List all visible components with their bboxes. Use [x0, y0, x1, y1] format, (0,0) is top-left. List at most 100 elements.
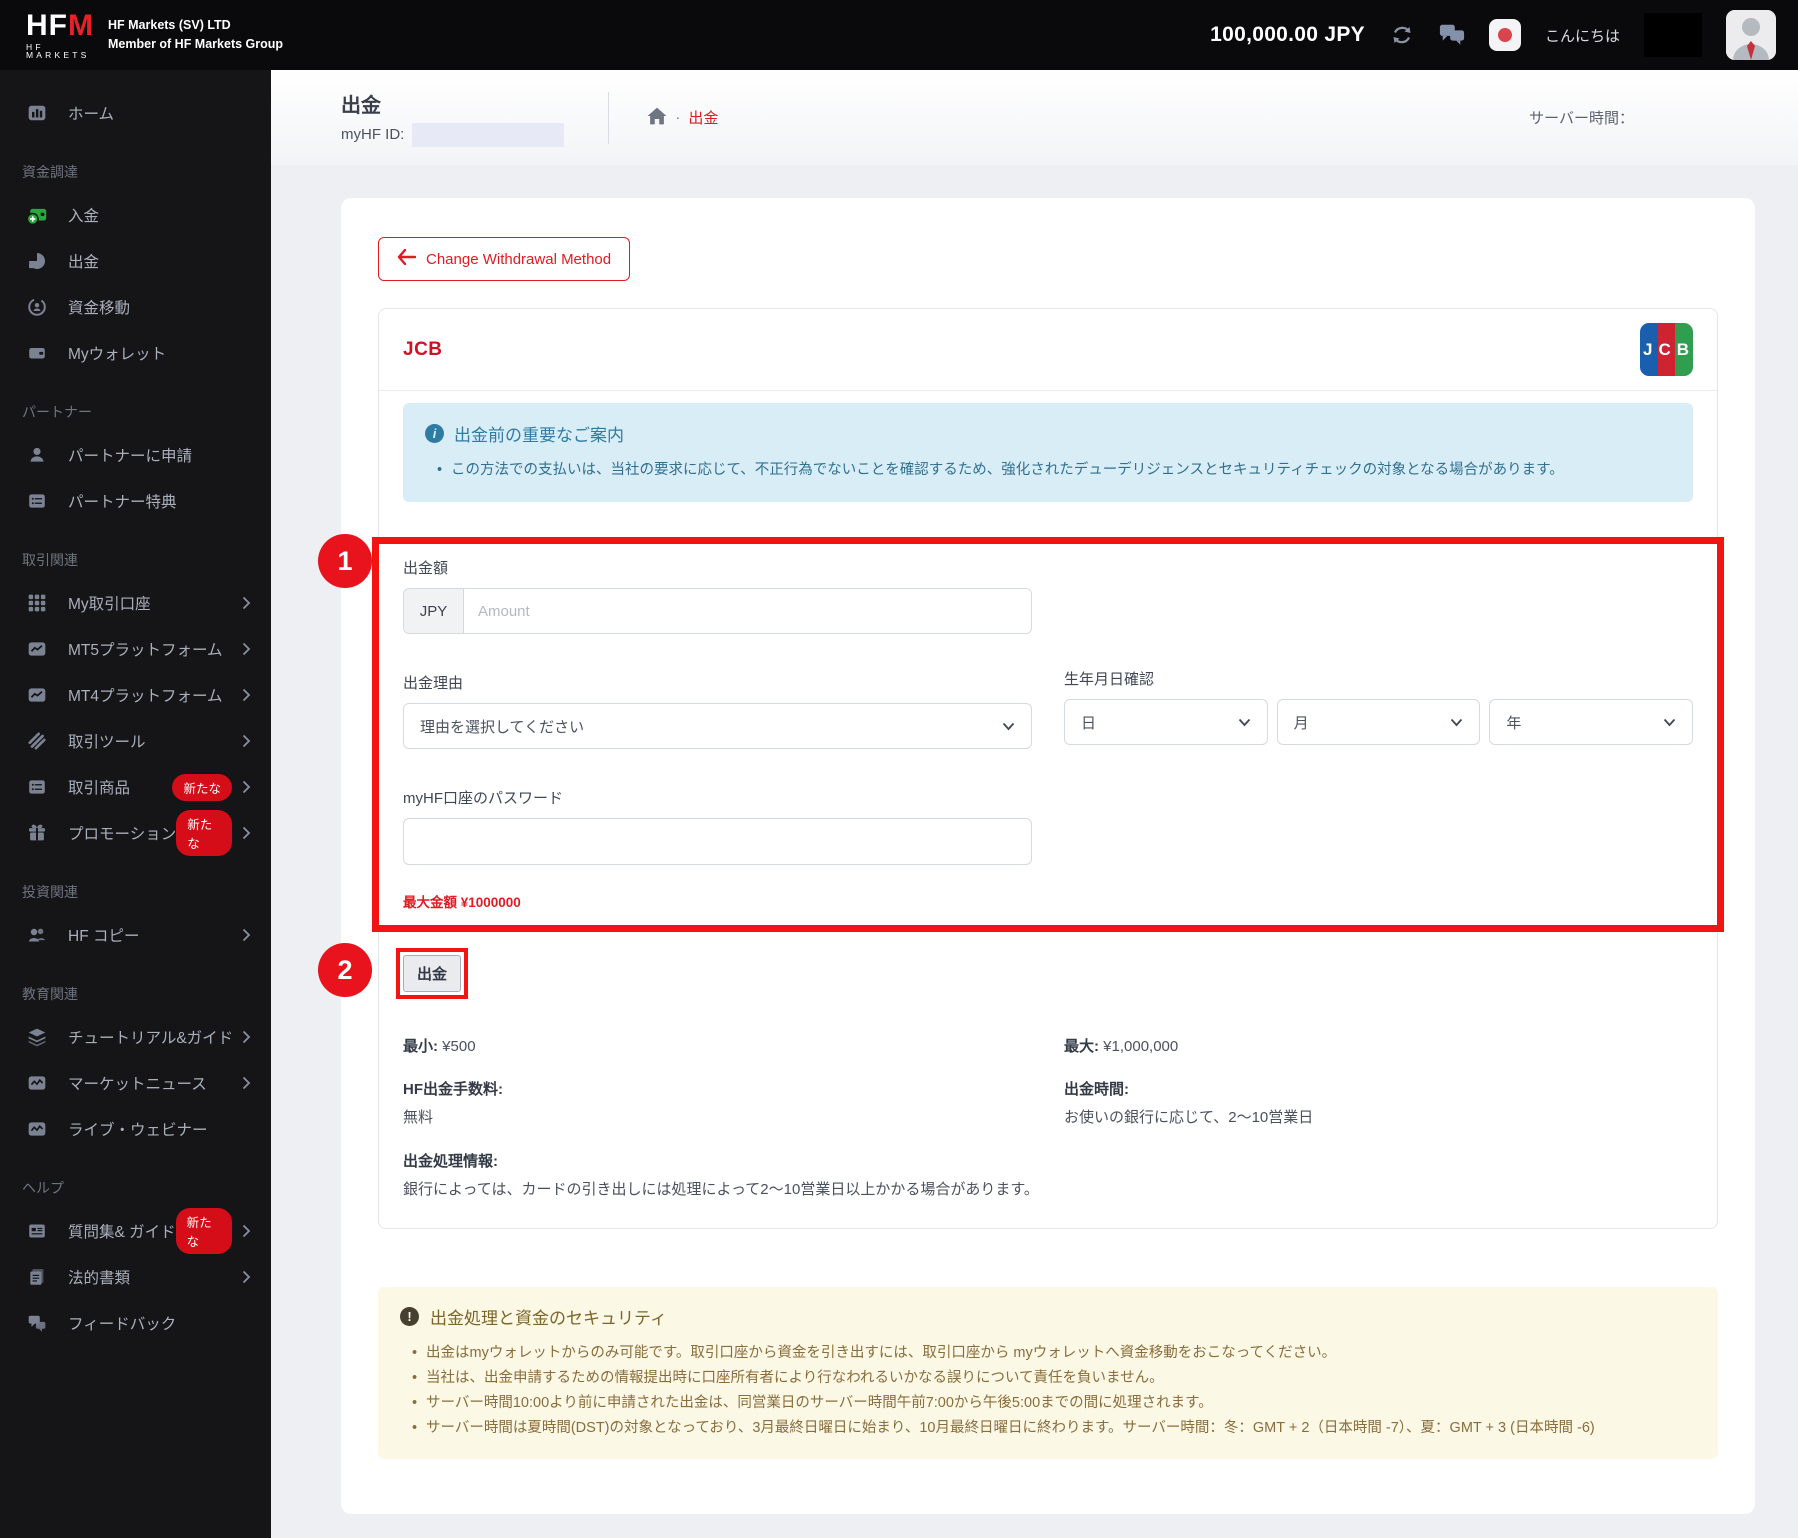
- sidebar-item-trading-products[interactable]: 取引商品 新たな: [0, 764, 271, 810]
- documents-icon: [26, 1266, 48, 1288]
- sidebar-item-mt5[interactable]: MT5プラットフォーム: [0, 626, 271, 672]
- server-time-label: サーバー時間：: [1529, 110, 1634, 127]
- company-member: Member of HF Markets Group: [108, 37, 284, 51]
- layers-icon: [26, 1026, 48, 1048]
- time-label: 出金時間:: [1064, 1081, 1129, 1098]
- japan-flag-circle: [1497, 28, 1512, 42]
- sidebar-item-my-accounts[interactable]: My取引口座: [0, 580, 271, 626]
- dob-label: 生年月日確認: [1064, 671, 1155, 688]
- warning-icon: !: [400, 1307, 419, 1326]
- info-box-bullet: この方法での支払いは、当社の要求に応じて、不正行為でないことを確認するため、強化…: [425, 458, 1671, 482]
- page-header: 出金 myHF ID: · 出金 サーバー時間：: [271, 70, 1798, 165]
- redacted-username: [1644, 13, 1702, 57]
- chevron-right-icon: [242, 1270, 251, 1284]
- dob-year-select[interactable]: 年: [1489, 699, 1694, 745]
- change-withdrawal-method-button[interactable]: Change Withdrawal Method: [378, 237, 631, 281]
- info-box-title: 出金前の重要なご案内: [454, 426, 624, 445]
- list-card-icon: [26, 776, 48, 798]
- sidebar-item-home[interactable]: ホーム: [0, 90, 271, 136]
- max-label: 最大:: [1064, 1038, 1099, 1055]
- annotation-step-2: 2: [318, 943, 372, 997]
- jcb-logo: JCB: [1640, 323, 1693, 376]
- new-badge: 新たな: [172, 773, 232, 801]
- sidebar-item-hf-copy[interactable]: HF コピー: [0, 912, 271, 958]
- chevron-right-icon: [242, 780, 251, 794]
- breadcrumb: · 出金: [647, 107, 718, 129]
- sidebar-item-market-news[interactable]: マーケットニュース: [0, 1060, 271, 1106]
- sidebar-item-deposit[interactable]: 入金: [0, 192, 271, 238]
- annotation-rect-step1: 1 出金額 JPY 出金理由: [318, 534, 1724, 932]
- header-divider: [608, 91, 610, 144]
- account-balance: 100,000.00 JPY: [1210, 23, 1365, 46]
- processing-value: 銀行によっては、カードの引き出しには処理によって2〜10営業日以上かかる場合があ…: [403, 1181, 1039, 1198]
- chevron-down-icon: [1663, 714, 1676, 731]
- breadcrumb-home-icon[interactable]: [647, 107, 667, 129]
- page-title: 出金: [341, 94, 381, 117]
- chevron-right-icon: [242, 642, 251, 656]
- top-header: HFM HF MARKETS HF Markets (SV) LTD Membe…: [0, 0, 1798, 70]
- breadcrumb-separator: ·: [675, 109, 681, 126]
- sidebar-item-transfer[interactable]: 資金移動: [0, 284, 271, 330]
- company-name: HF Markets (SV) LTD: [108, 18, 231, 33]
- amount-input[interactable]: [464, 589, 1031, 633]
- sidebar-item-faq[interactable]: 質問集& ガイド 新たな: [0, 1208, 271, 1254]
- brand-logo[interactable]: HFM HF MARKETS HF Markets (SV) LTD Membe…: [0, 8, 283, 60]
- time-value: お使いの銀行に応じて、2〜10営業日: [1064, 1109, 1314, 1126]
- sidebar-item-mywallet[interactable]: Myウォレット: [0, 330, 271, 376]
- sidebar-section-funding: 資金調達: [22, 164, 78, 180]
- annotation-step-1: 1: [318, 534, 372, 588]
- sidebar-item-promotions[interactable]: プロモーション 新たな: [0, 810, 271, 856]
- sidebar-item-live-webinars[interactable]: ライブ・ウェビナー: [0, 1106, 271, 1152]
- sidebar-nav: ホーム 資金調達 入金 出金 資金移動 Myウォレット パートナー パートナーに…: [0, 70, 271, 1538]
- faq-card-icon: [26, 1220, 48, 1242]
- sidebar-item-mt4[interactable]: MT4プラットフォーム: [0, 672, 271, 718]
- sidebar-item-partner-benefits[interactable]: パートナー特典: [0, 478, 271, 524]
- sidebar-item-legal-docs[interactable]: 法的書類: [0, 1254, 271, 1300]
- security-bullet: サーバー時間は夏時間(DST)の対象となっており、3月最終日曜日に始まり、10月…: [400, 1416, 1696, 1441]
- sidebar-item-tutorials[interactable]: チュートリアル&ガイド: [0, 1014, 271, 1060]
- amount-label: 出金額: [403, 560, 449, 577]
- chevron-down-icon: [1002, 718, 1015, 735]
- list-card-icon: [26, 490, 48, 512]
- logo-subtext: HF MARKETS: [26, 41, 90, 60]
- greeting-text: こんにちは: [1544, 27, 1620, 45]
- pre-withdrawal-info-box: i 出金前の重要なご案内 この方法での支払いは、当社の要求に応じて、不正行為でな…: [403, 403, 1693, 502]
- annotation-rect-step2: 出金: [396, 948, 469, 999]
- withdraw-submit-button[interactable]: 出金: [403, 955, 462, 992]
- user-avatar[interactable]: [1726, 10, 1776, 60]
- sidebar-item-partner-apply[interactable]: パートナーに申請: [0, 432, 271, 478]
- security-box-title: 出金処理と資金のセキュリティ: [430, 1309, 667, 1328]
- language-flag-japan[interactable]: [1488, 19, 1521, 51]
- sidebar-item-feedback[interactable]: フィードバック: [0, 1300, 271, 1346]
- withdraw-icon: [26, 250, 48, 272]
- logo-hfm: HFM: [26, 8, 94, 42]
- myhf-id-label: myHF ID:: [341, 126, 405, 143]
- breadcrumb-current[interactable]: 出金: [688, 107, 718, 128]
- password-input[interactable]: [403, 818, 1032, 865]
- max-amount-note: 最大金額 ¥1000000: [403, 895, 521, 910]
- sidebar-item-trading-tools[interactable]: 取引ツール: [0, 718, 271, 764]
- security-notice-box: ! 出金処理と資金のセキュリティ 出金はmyウォレットからのみ可能です。取引口座…: [378, 1287, 1718, 1459]
- sidebar-section-investing: 投資関連: [22, 884, 78, 900]
- dob-month-select[interactable]: 月: [1276, 699, 1481, 745]
- refresh-icon[interactable]: [1389, 22, 1415, 48]
- chat-icon[interactable]: [1439, 22, 1465, 48]
- chevron-right-icon: [242, 1224, 251, 1238]
- chevron-right-icon: [242, 1076, 251, 1090]
- chevron-right-icon: [242, 928, 251, 942]
- people-icon: [26, 924, 48, 946]
- chevron-right-icon: [242, 734, 251, 748]
- jcb-logo-text: JCB: [1643, 339, 1693, 359]
- grid-icon: [26, 592, 48, 614]
- dob-day-select[interactable]: 日: [1064, 699, 1268, 745]
- sidebar-item-withdraw[interactable]: 出金: [0, 238, 271, 284]
- home-dashboard-icon: [26, 102, 48, 124]
- security-bullet: 当社は、出金申請するための情報提出時に口座所有者により行なわれるいかなる誤りにつ…: [400, 1366, 1696, 1391]
- info-icon: i: [425, 424, 444, 443]
- reason-select[interactable]: 理由を選択してください: [403, 703, 1032, 749]
- password-label: myHF口座のパスワード: [403, 790, 563, 807]
- back-arrow-icon: [397, 248, 417, 269]
- sidebar-section-trading: 取引関連: [22, 552, 78, 568]
- chart-badge-icon: [26, 684, 48, 706]
- deposit-icon: [26, 204, 48, 226]
